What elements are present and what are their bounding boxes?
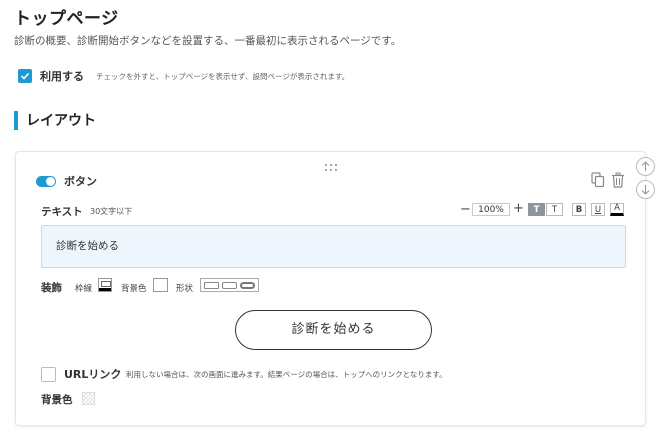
use-setting-row: 利用する チェックを外すと、トップページを表示せず、設問ページが表示されます。 [18, 68, 349, 84]
page-description: 診断の概要、診断開始ボタンなどを設置する、一番最初に表示されるページです。 [14, 35, 402, 47]
use-checkbox[interactable] [18, 69, 32, 83]
check-icon [20, 72, 30, 80]
decoration-label: 装飾 [41, 282, 62, 294]
text-label: テキスト [41, 206, 83, 218]
shape-selector [200, 278, 259, 292]
section-accent-bar [14, 110, 18, 130]
button-block-title: ボタン [64, 175, 97, 188]
button-block-card: ボタン テキスト 30文字以下 − 100% + T T B U A 診断を始め… [15, 151, 646, 426]
border-label: 枠線 [75, 284, 93, 294]
text-bold-button[interactable]: T [528, 203, 545, 216]
background-label: 背景色 [41, 394, 73, 406]
background-color-swatch[interactable] [82, 392, 95, 405]
layout-section-header: レイアウト [14, 110, 96, 130]
url-link-hint: 利用しない場合は、次の画面に進みます。結果ページの場合は、トップへのリンクとなり… [126, 370, 447, 379]
underline-button[interactable]: U [591, 203, 605, 216]
shape-square-option[interactable] [204, 281, 220, 289]
copy-icon[interactable] [591, 172, 605, 188]
layout-section-title: レイアウト [26, 113, 96, 129]
page-title: トップページ [14, 9, 119, 29]
zoom-in-button[interactable]: + [513, 201, 524, 216]
use-hint: チェックを外すと、トップページを表示せず、設問ページが表示されます。 [96, 71, 350, 81]
zoom-value[interactable]: 100% [472, 203, 510, 216]
zoom-out-button[interactable]: − [460, 202, 471, 217]
font-color-button[interactable]: A [610, 203, 624, 216]
url-link-label: URLリンク [64, 368, 122, 381]
arrow-down-icon [641, 185, 650, 195]
button-enable-toggle[interactable] [36, 176, 56, 187]
shape-pill-option[interactable] [239, 281, 255, 289]
bg-color-swatch[interactable] [153, 278, 168, 292]
text-limit: 30文字以下 [90, 207, 133, 216]
arrow-up-icon [641, 161, 650, 171]
move-down-button[interactable] [636, 180, 655, 199]
trash-icon[interactable] [611, 172, 625, 188]
bold-button[interactable]: B [572, 203, 586, 216]
shape-rounded-option[interactable] [221, 281, 237, 289]
border-color-swatch[interactable] [98, 278, 112, 292]
shape-label: 形状 [176, 284, 194, 294]
move-up-button[interactable] [636, 157, 655, 176]
use-label: 利用する [40, 70, 84, 83]
url-link-checkbox[interactable] [41, 367, 56, 382]
drag-handle-icon[interactable] [325, 164, 337, 172]
text-normal-button[interactable]: T [546, 203, 563, 216]
button-preview[interactable]: 診断を始める [235, 310, 432, 350]
bg-color-label: 背景色 [121, 284, 147, 294]
button-text-input[interactable]: 診断を始める [41, 225, 626, 268]
